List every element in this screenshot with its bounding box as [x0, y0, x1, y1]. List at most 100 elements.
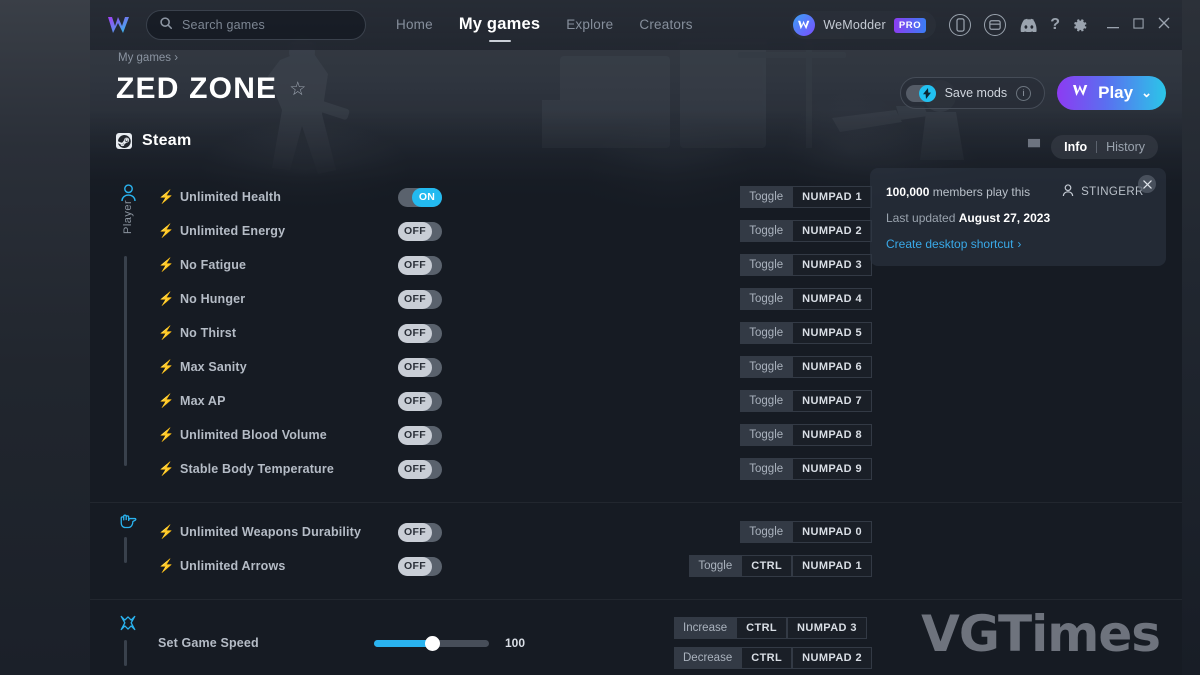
hotkey-action[interactable]: Toggle	[740, 521, 792, 543]
help-icon[interactable]: ?	[1050, 16, 1060, 34]
hotkey-action[interactable]: Toggle	[740, 390, 792, 412]
search-input[interactable]: Search games	[146, 10, 366, 40]
hotkey-key[interactable]: NUMPAD 9	[792, 458, 872, 480]
hotkey-group: Toggle NUMPAD 0	[740, 521, 872, 543]
chevron-down-icon[interactable]: ⌄	[1141, 85, 1152, 101]
hotkey-action[interactable]: Increase	[674, 617, 736, 639]
top-bar: Search games Home My games Explore Creat…	[90, 0, 1182, 50]
nav-item-my-games[interactable]: My games	[459, 15, 540, 36]
cheat-row[interactable]: ⚡ Unlimited Blood Volume OFF Toggle NUMP…	[158, 418, 1182, 452]
hotkey-group: Toggle NUMPAD 1	[740, 186, 872, 208]
cheat-name: Max AP	[180, 394, 390, 408]
close-icon[interactable]	[1158, 16, 1170, 34]
nav-item-explore[interactable]: Explore	[566, 17, 613, 34]
members-label: members play this	[933, 185, 1030, 199]
last-updated-label: Last updated	[886, 211, 955, 225]
hotkey-key[interactable]: NUMPAD 8	[792, 424, 872, 446]
hotkey-action[interactable]: Toggle	[740, 254, 792, 276]
cheat-row[interactable]: ⚡ Unlimited Weapons Durability OFF Toggl…	[158, 515, 1182, 549]
hotkey-key[interactable]: NUMPAD 0	[792, 521, 872, 543]
save-mods-switch[interactable]	[906, 85, 936, 102]
slider-knob[interactable]	[425, 636, 440, 651]
hotkey-key[interactable]: NUMPAD 1	[792, 186, 872, 208]
toggle-state-label: ON	[412, 188, 442, 207]
steam-icon	[116, 133, 132, 149]
hotkey-action[interactable]: Decrease	[674, 647, 741, 669]
hotkey-key[interactable]: NUMPAD 3	[792, 254, 872, 276]
cheat-toggle[interactable]: OFF	[398, 557, 442, 576]
bolt-icon: ⚡	[158, 189, 174, 205]
hotkey-key[interactable]: NUMPAD 5	[792, 322, 872, 344]
cheat-toggle[interactable]: OFF	[398, 222, 442, 241]
cheat-toggle[interactable]: OFF	[398, 358, 442, 377]
hotkey-group: Toggle NUMPAD 9	[740, 458, 872, 480]
group-scroll-indicator	[124, 537, 127, 563]
author-row[interactable]: STINGERR	[1062, 184, 1144, 200]
cheat-toggle[interactable]: OFF	[398, 426, 442, 445]
info-history-tabs: Info History	[1027, 135, 1158, 159]
cheat-row[interactable]: ⚡ Stable Body Temperature OFF Toggle NUM…	[158, 452, 1182, 486]
hotkey-action[interactable]: Toggle	[740, 458, 792, 480]
weapon-hand-icon	[116, 513, 140, 535]
wemod-app: Search games Home My games Explore Creat…	[90, 0, 1182, 675]
hotkey-action[interactable]: Toggle	[740, 186, 792, 208]
create-desktop-shortcut-link[interactable]: Create desktop shortcut ›	[886, 237, 1150, 251]
save-mods-toggle[interactable]: Save mods i	[900, 77, 1046, 109]
star-icon[interactable]: ☆	[289, 78, 306, 101]
hotkey-group: Toggle NUMPAD 6	[740, 356, 872, 378]
tab-info[interactable]: Info	[1055, 140, 1096, 154]
bolt-icon: ⚡	[158, 558, 174, 574]
nav-item-creators[interactable]: Creators	[639, 17, 692, 34]
hotkey-key-modifier[interactable]: CTRL	[736, 617, 787, 639]
group-spacer	[158, 583, 1182, 595]
phone-icon[interactable]	[949, 14, 971, 36]
cheat-toggle[interactable]: OFF	[398, 460, 442, 479]
app-window-root: Search games Home My games Explore Creat…	[0, 0, 1200, 675]
cheat-toggle[interactable]: OFF	[398, 392, 442, 411]
toggle-state-label: OFF	[398, 557, 432, 576]
cheat-toggle[interactable]: OFF	[398, 256, 442, 275]
hotkey-action[interactable]: Toggle	[740, 424, 792, 446]
hotkey-key[interactable]: NUMPAD 6	[792, 356, 872, 378]
maximize-icon[interactable]	[1133, 16, 1144, 34]
discord-icon[interactable]	[1019, 18, 1037, 32]
wemodder-logo-icon[interactable]	[104, 12, 134, 38]
search-icon	[159, 16, 173, 35]
cheat-group-weapons: ⚡ Unlimited Weapons Durability OFF Toggl…	[90, 502, 1182, 599]
hotkey-key[interactable]: NUMPAD 3	[787, 617, 867, 639]
breadcrumb[interactable]: My games ›	[118, 52, 178, 64]
hotkey-action[interactable]: Toggle	[740, 220, 792, 242]
play-button[interactable]: Play ⌄	[1057, 76, 1166, 110]
desktop-icon[interactable]	[984, 14, 1006, 36]
close-icon[interactable]	[1138, 175, 1156, 193]
cheat-row[interactable]: ⚡ No Hunger OFF Toggle NUMPAD 4	[158, 282, 1182, 316]
tab-history[interactable]: History	[1097, 140, 1154, 154]
hotkey-action[interactable]: Toggle	[740, 322, 792, 344]
hotkey-key[interactable]: NUMPAD 7	[792, 390, 872, 412]
hotkey-action[interactable]: Toggle	[689, 555, 741, 577]
flag-icon[interactable]	[1027, 138, 1041, 156]
cheat-toggle[interactable]: ON	[398, 188, 442, 207]
hotkey-action[interactable]: Toggle	[740, 356, 792, 378]
cheat-toggle[interactable]: OFF	[398, 324, 442, 343]
cheat-row[interactable]: ⚡ Max Sanity OFF Toggle NUMPAD 6	[158, 350, 1182, 384]
minimize-icon[interactable]	[1107, 16, 1119, 34]
cheat-toggle[interactable]: OFF	[398, 290, 442, 309]
account-button[interactable]: WeModder PRO	[790, 11, 936, 39]
toggle-state-label: OFF	[398, 324, 432, 343]
cheat-row[interactable]: ⚡ No Thirst OFF Toggle NUMPAD 5	[158, 316, 1182, 350]
cheat-row[interactable]: ⚡ Unlimited Arrows OFF Toggle CTRL NUMPA…	[158, 549, 1182, 583]
hotkey-key[interactable]: NUMPAD 4	[792, 288, 872, 310]
game-speed-slider[interactable]	[374, 640, 489, 647]
nav-item-home[interactable]: Home	[396, 17, 433, 34]
hotkey-key[interactable]: NUMPAD 1	[792, 555, 872, 577]
hotkey-action[interactable]: Toggle	[740, 288, 792, 310]
hotkey-key-modifier[interactable]: CTRL	[741, 555, 792, 577]
cheat-toggle[interactable]: OFF	[398, 523, 442, 542]
info-icon[interactable]: i	[1016, 86, 1031, 101]
gear-icon[interactable]	[1073, 18, 1088, 33]
hotkey-key[interactable]: NUMPAD 2	[792, 220, 872, 242]
hotkey-key-modifier[interactable]: CTRL	[741, 647, 792, 669]
hotkey-key[interactable]: NUMPAD 2	[792, 647, 872, 669]
cheat-row[interactable]: ⚡ Max AP OFF Toggle NUMPAD 7	[158, 384, 1182, 418]
